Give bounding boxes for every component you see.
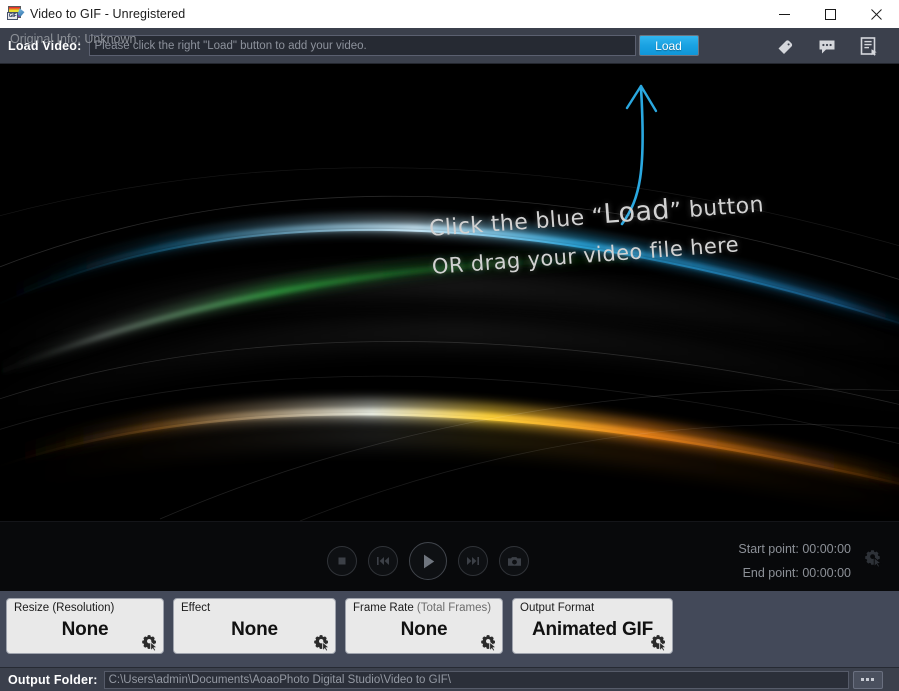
output-format-label: Output Format [520,602,595,614]
title-bar: GIF Video to GIF - Unregistered [0,0,899,29]
toolbar-icon-group [775,36,879,56]
maximize-button[interactable] [807,0,853,28]
frame-rate-card[interactable]: Frame Rate (Total Frames) None [345,598,503,654]
effect-card[interactable]: Effect None [173,598,336,654]
original-info-label: Original Info: Unknown [10,32,137,46]
maximize-icon [824,8,836,20]
snapshot-button[interactable] [499,546,529,576]
close-icon [870,8,882,20]
output-folder-path: C:\Users\admin\Documents\AoaoPhoto Digit… [108,673,451,686]
ellipsis-dot [866,678,870,681]
gear-cursor-icon[interactable] [314,634,331,651]
play-icon [423,554,434,568]
transport-controls [327,542,529,580]
output-folder-bar: Output Folder: C:\Users\admin\Documents\… [0,667,899,691]
settings-row: Resize (Resolution) None Effect None Fra… [0,591,899,667]
stop-icon [338,557,346,565]
browse-folder-button[interactable] [852,670,883,689]
ellipsis-dot [861,678,865,681]
resize-resolution-card[interactable]: Resize (Resolution) None [6,598,164,654]
minimize-icon [778,13,790,15]
camera-icon [507,556,521,566]
frame-rate-value: None [400,619,448,640]
output-format-card[interactable]: Output Format Animated GIF [512,598,673,654]
output-folder-label: Output Folder: [8,672,98,687]
app-gif-icon: GIF [7,6,23,22]
window-controls [761,0,899,28]
ellipsis-dot [871,678,875,681]
effect-value: None [231,619,278,640]
trim-points: Start point: 00:00:00 End point: 00:00:0… [738,537,851,585]
load-button-label: Load [655,38,682,53]
gear-cursor-icon[interactable] [142,634,159,651]
feedback-bubble-icon[interactable] [817,36,837,56]
gear-cursor-icon[interactable] [651,634,668,651]
rewind-icon [377,557,389,565]
tag-icon[interactable] [775,36,795,56]
resize-resolution-value: None [61,619,109,640]
output-format-value: Animated GIF [531,619,654,640]
previous-frame-button[interactable] [368,546,398,576]
close-button[interactable] [853,0,899,28]
gear-cursor-icon[interactable] [481,634,498,651]
load-button[interactable]: Load [638,35,699,56]
play-button[interactable] [409,542,447,580]
frame-rate-label-muted: (Total Frames) [416,602,492,614]
stop-button[interactable] [327,546,357,576]
video-path-input[interactable]: Please click the right "Load" button to … [88,35,636,56]
output-folder-input[interactable]: C:\Users\admin\Documents\AoaoPhoto Digit… [103,670,849,689]
forward-icon [467,557,479,565]
start-point-label: Start point: 00:00:00 [738,542,851,556]
video-preview-area[interactable]: Click the blue “Load” button OR drag you… [0,64,899,521]
frame-rate-label-main: Frame Rate [353,602,417,614]
end-point-label: End point: 00:00:00 [742,566,851,580]
decorative-light-streaks [0,64,899,521]
gear-cursor-icon[interactable] [865,549,883,567]
effect-label: Effect [181,602,211,614]
resize-resolution-label: Resize (Resolution) [14,602,115,614]
frame-rate-label: Frame Rate (Total Frames) [353,602,491,614]
application-window: GIF Video to GIF - Unregistered Load Vid… [0,0,899,691]
next-frame-button[interactable] [458,546,488,576]
register-document-icon[interactable] [859,36,879,56]
minimize-button[interactable] [761,0,807,28]
window-title: Video to GIF - Unregistered [30,7,186,21]
